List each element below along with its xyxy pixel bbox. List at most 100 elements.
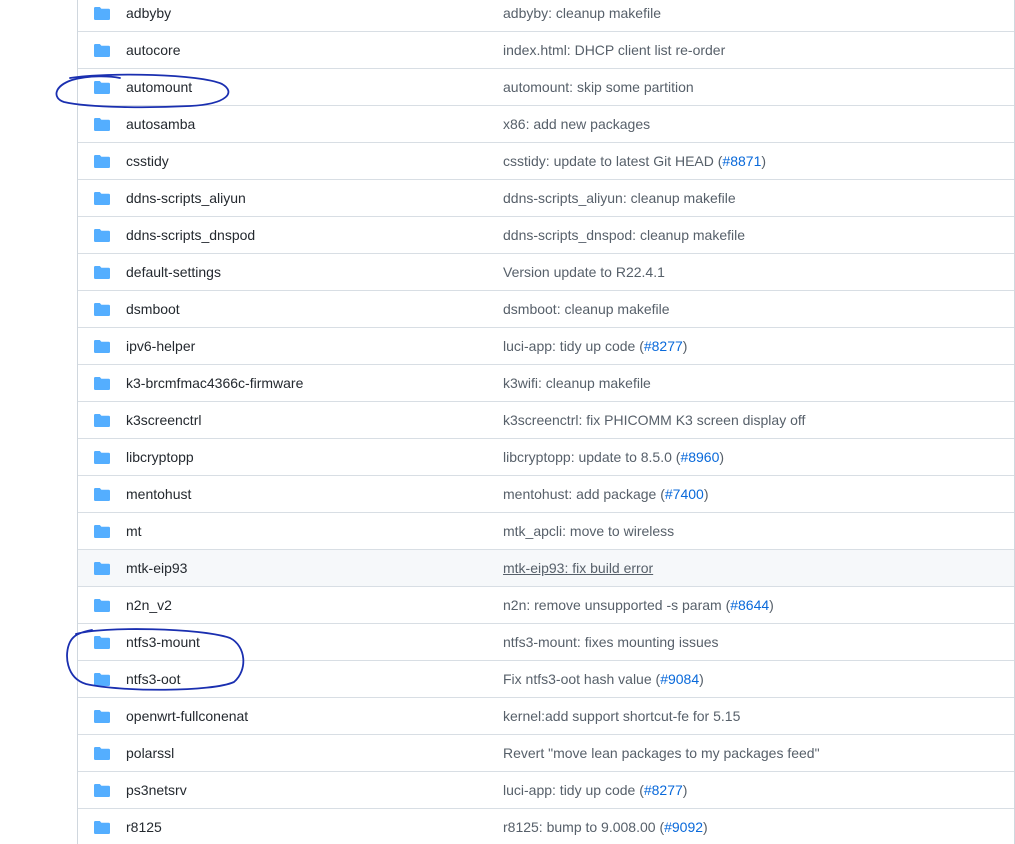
file-name-link[interactable]: automount	[126, 79, 192, 95]
file-row[interactable]: mtk-eip93 mtk-eip93: fix build error	[78, 550, 1014, 587]
commit-message-text[interactable]: k3screenctrl: fix PHICOMM K3 screen disp…	[503, 412, 805, 428]
file-row[interactable]: autocore index.html: DHCP client list re-…	[78, 32, 1014, 69]
file-name-link[interactable]: mtk-eip93	[126, 560, 187, 576]
commit-message-text[interactable]: adbyby: cleanup makefile	[503, 5, 661, 21]
commit-message[interactable]: Revert "move lean packages to my package…	[503, 745, 820, 761]
commit-message-text[interactable]: Version update to R22.4.1	[503, 264, 665, 280]
commit-message-text[interactable]: mentohust: add package (	[503, 486, 665, 502]
commit-message-text[interactable]: k3wifi: cleanup makefile	[503, 375, 651, 391]
commit-message[interactable]: csstidy: update to latest Git HEAD (#887…	[503, 153, 766, 169]
file-row[interactable]: ps3netsrv luci-app: tidy up code (#8277)	[78, 772, 1014, 809]
commit-message[interactable]: kernel:add support shortcut-fe for 5.15	[503, 708, 740, 724]
commit-message-text[interactable]: r8125: bump to 9.008.00 (	[503, 819, 664, 835]
file-name-link[interactable]: r8125	[126, 819, 162, 835]
commit-message[interactable]: dsmboot: cleanup makefile	[503, 301, 670, 317]
commit-message-text[interactable]: automount: skip some partition	[503, 79, 694, 95]
commit-message[interactable]: index.html: DHCP client list re-order	[503, 42, 725, 58]
file-name-link[interactable]: default-settings	[126, 264, 221, 280]
file-name-link[interactable]: k3screenctrl	[126, 412, 201, 428]
commit-message-text[interactable]: ddns-scripts_dnspod: cleanup makefile	[503, 227, 745, 243]
file-row[interactable]: mentohust mentohust: add package (#7400)	[78, 476, 1014, 513]
pull-request-link[interactable]: #8871	[722, 153, 761, 169]
commit-message-text[interactable]: libcryptopp: update to 8.5.0 (	[503, 449, 680, 465]
file-name-link[interactable]: polarssl	[126, 745, 174, 761]
file-name-link[interactable]: ps3netsrv	[126, 782, 187, 798]
commit-message-text[interactable]: ddns-scripts_aliyun: cleanup makefile	[503, 190, 736, 206]
commit-message-text[interactable]: dsmboot: cleanup makefile	[503, 301, 670, 317]
file-row[interactable]: k3screenctrl k3screenctrl: fix PHICOMM K3…	[78, 402, 1014, 439]
file-name-link[interactable]: ddns-scripts_dnspod	[126, 227, 255, 243]
commit-message[interactable]: x86: add new packages	[503, 116, 650, 132]
commit-message[interactable]: libcryptopp: update to 8.5.0 (#8960)	[503, 449, 724, 465]
pull-request-link[interactable]: #8644	[730, 597, 769, 613]
commit-message-text[interactable]: ntfs3-mount: fixes mounting issues	[503, 634, 719, 650]
commit-message-text[interactable]: luci-app: tidy up code (	[503, 338, 644, 354]
commit-message[interactable]: n2n: remove unsupported -s param (#8644)	[503, 597, 774, 613]
file-row[interactable]: libcryptopp libcryptopp: update to 8.5.0 …	[78, 439, 1014, 476]
pull-request-link[interactable]: #8960	[680, 449, 719, 465]
file-row[interactable]: dsmboot dsmboot: cleanup makefile	[78, 291, 1014, 328]
commit-message[interactable]: mtk_apcli: move to wireless	[503, 523, 674, 539]
file-name-link[interactable]: ntfs3-mount	[126, 634, 200, 650]
file-name-link[interactable]: autosamba	[126, 116, 195, 132]
file-row[interactable]: adbyby adbyby: cleanup makefile	[78, 0, 1014, 32]
commit-message[interactable]: r8125: bump to 9.008.00 (#9092)	[503, 819, 708, 835]
file-row[interactable]: ntfs3-oot Fix ntfs3-oot hash value (#9084…	[78, 661, 1014, 698]
commit-message-text[interactable]: mtk-eip93: fix build error	[503, 560, 653, 576]
commit-message[interactable]: mtk-eip93: fix build error	[503, 560, 653, 576]
file-row[interactable]: csstidy csstidy: update to latest Git HEA…	[78, 143, 1014, 180]
file-row[interactable]: ipv6-helper luci-app: tidy up code (#8277…	[78, 328, 1014, 365]
pull-request-link[interactable]: #8277	[644, 782, 683, 798]
pull-request-link[interactable]: #9084	[660, 671, 699, 687]
file-name-link[interactable]: csstidy	[126, 153, 169, 169]
file-row[interactable]: openwrt-fullconenat kernel:add support sh…	[78, 698, 1014, 735]
file-name-link[interactable]: openwrt-fullconenat	[126, 708, 248, 724]
file-row[interactable]: automount automount: skip some partition	[78, 69, 1014, 106]
file-row[interactable]: polarssl Revert "move lean packages to my…	[78, 735, 1014, 772]
commit-message[interactable]: mentohust: add package (#7400)	[503, 486, 709, 502]
commit-message[interactable]: k3wifi: cleanup makefile	[503, 375, 651, 391]
commit-message[interactable]: k3screenctrl: fix PHICOMM K3 screen disp…	[503, 412, 805, 428]
commit-message[interactable]: ddns-scripts_aliyun: cleanup makefile	[503, 190, 736, 206]
commit-message-text[interactable]: index.html: DHCP client list re-order	[503, 42, 725, 58]
file-row[interactable]: mt mtk_apcli: move to wireless	[78, 513, 1014, 550]
commit-message[interactable]: Fix ntfs3-oot hash value (#9084)	[503, 671, 704, 687]
commit-message-text[interactable]: x86: add new packages	[503, 116, 650, 132]
file-row[interactable]: r8125 r8125: bump to 9.008.00 (#9092)	[78, 809, 1014, 844]
file-name-link[interactable]: mt	[126, 523, 142, 539]
commit-message[interactable]: Version update to R22.4.1	[503, 264, 665, 280]
file-row[interactable]: n2n_v2 n2n: remove unsupported -s param (…	[78, 587, 1014, 624]
file-name-link[interactable]: libcryptopp	[126, 449, 194, 465]
commit-message[interactable]: luci-app: tidy up code (#8277)	[503, 338, 687, 354]
file-name-link[interactable]: k3-brcmfmac4366c-firmware	[126, 375, 303, 391]
commit-message[interactable]: luci-app: tidy up code (#8277)	[503, 782, 687, 798]
file-name-link[interactable]: autocore	[126, 42, 180, 58]
pull-request-link[interactable]: #8277	[644, 338, 683, 354]
commit-message-text[interactable]: Fix ntfs3-oot hash value (	[503, 671, 660, 687]
file-row[interactable]: ddns-scripts_aliyun ddns-scripts_aliyun: …	[78, 180, 1014, 217]
file-name-link[interactable]: dsmboot	[126, 301, 180, 317]
commit-message-text[interactable]: n2n: remove unsupported -s param (	[503, 597, 730, 613]
file-name-link[interactable]: mentohust	[126, 486, 191, 502]
commit-message-text[interactable]: Revert "move lean packages to my package…	[503, 745, 820, 761]
file-name-link[interactable]: adbyby	[126, 5, 171, 21]
commit-message-text[interactable]: kernel:add support shortcut-fe for 5.15	[503, 708, 740, 724]
commit-message-text[interactable]: csstidy: update to latest Git HEAD (	[503, 153, 722, 169]
commit-message-text[interactable]: mtk_apcli: move to wireless	[503, 523, 674, 539]
file-name-link[interactable]: n2n_v2	[126, 597, 172, 613]
commit-message[interactable]: ntfs3-mount: fixes mounting issues	[503, 634, 719, 650]
file-row[interactable]: default-settings Version update to R22.4.…	[78, 254, 1014, 291]
commit-message[interactable]: adbyby: cleanup makefile	[503, 5, 661, 21]
pull-request-link[interactable]: #7400	[665, 486, 704, 502]
file-row[interactable]: autosamba x86: add new packages	[78, 106, 1014, 143]
commit-message-text[interactable]: luci-app: tidy up code (	[503, 782, 644, 798]
file-name-link[interactable]: ntfs3-oot	[126, 671, 180, 687]
file-name-link[interactable]: ddns-scripts_aliyun	[126, 190, 246, 206]
file-row[interactable]: ddns-scripts_dnspod ddns-scripts_dnspod: …	[78, 217, 1014, 254]
commit-message[interactable]: ddns-scripts_dnspod: cleanup makefile	[503, 227, 745, 243]
pull-request-link[interactable]: #9092	[664, 819, 703, 835]
file-row[interactable]: ntfs3-mount ntfs3-mount: fixes mounting i…	[78, 624, 1014, 661]
commit-message[interactable]: automount: skip some partition	[503, 79, 694, 95]
file-name-link[interactable]: ipv6-helper	[126, 338, 195, 354]
file-row[interactable]: k3-brcmfmac4366c-firmware k3wifi: cleanup…	[78, 365, 1014, 402]
